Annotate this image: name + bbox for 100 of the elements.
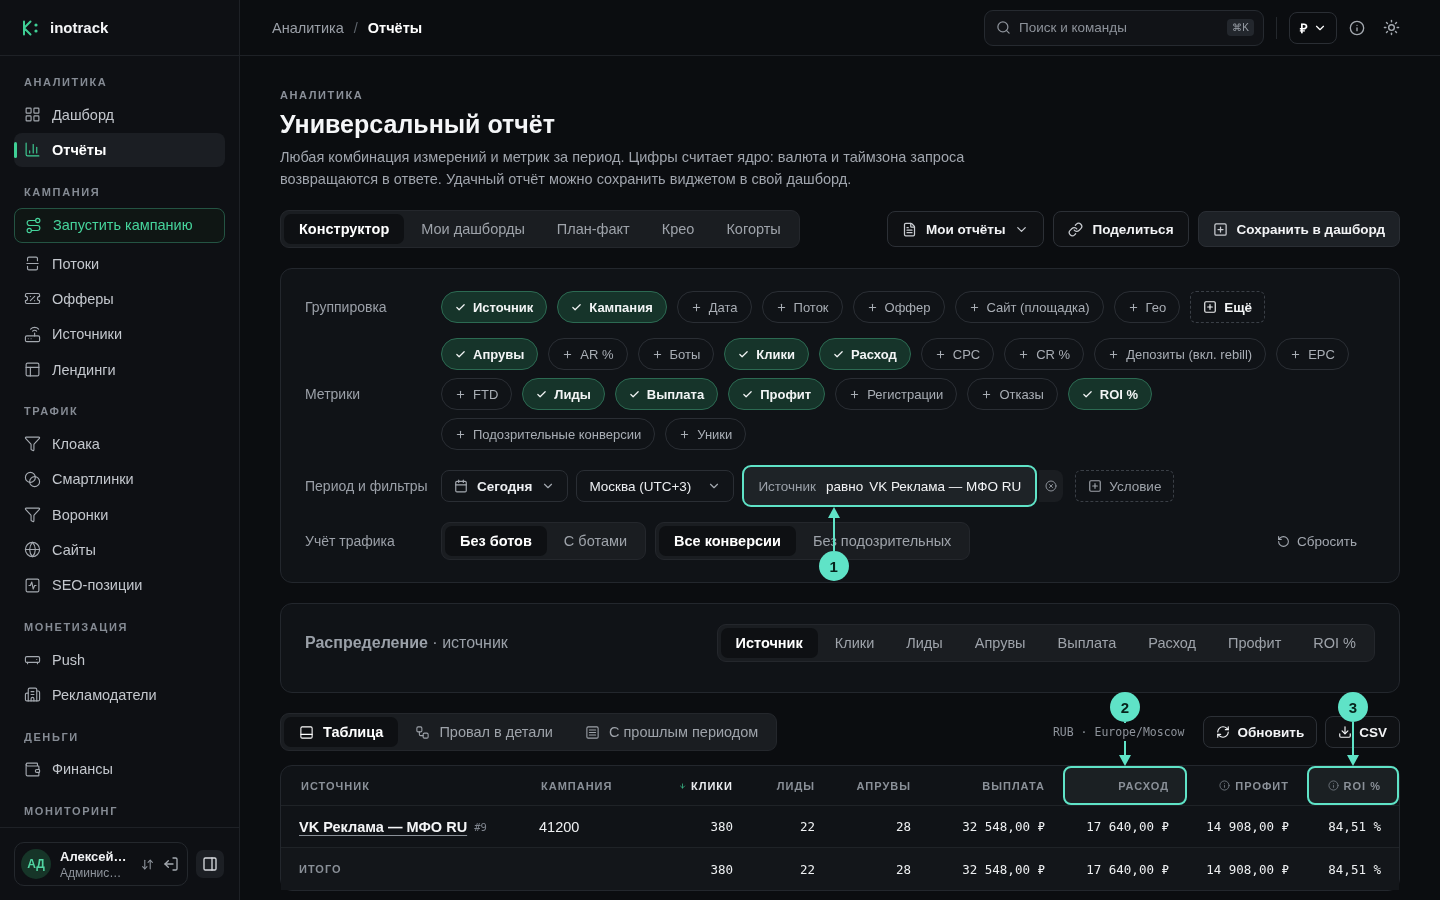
section-heading: АНАЛИТИКА [23, 75, 109, 89]
metric-chip[interactable]: Источник [441, 291, 548, 323]
view-tab[interactable]: С прошлым периодом [569, 717, 774, 747]
column-header[interactable]: ВЫПЛАТА [929, 766, 1063, 805]
sidebar-item[interactable]: Потоки [14, 247, 225, 281]
metric-chip[interactable]: Клики [724, 338, 810, 370]
action-button[interactable]: Мои отчёты [886, 211, 1045, 247]
funnel-icon [24, 506, 41, 524]
metric-chip[interactable]: Выплата [614, 378, 719, 410]
view-tab[interactable]: Мои дашборды [406, 214, 540, 244]
sidebar-item[interactable]: Сайты [14, 533, 225, 567]
logout-icon[interactable] [163, 856, 179, 872]
collapse-sidebar-button[interactable] [196, 850, 224, 878]
metric-chip[interactable]: Кампания [557, 291, 667, 323]
router-icon [24, 325, 41, 343]
plus-icon [562, 348, 574, 360]
metric-tab[interactable]: Профит [1213, 628, 1297, 658]
sidebar-item[interactable]: Лендинги [14, 352, 225, 387]
column-header[interactable]: АПРУВЫ [833, 766, 929, 805]
table-cell-text: 14 908,00 ₽ [1205, 818, 1290, 836]
view-tab[interactable]: Крео [646, 214, 710, 244]
metric-tab[interactable]: Клики [819, 628, 890, 658]
sidebar-item[interactable]: Дашборд [14, 98, 225, 132]
section-heading: МОНИТОРИНГ [23, 803, 119, 818]
metric-chip[interactable]: Лиды [522, 378, 605, 410]
sidebar-item[interactable]: Источники [14, 317, 225, 351]
list-square-icon [584, 724, 600, 740]
column-header[interactable]: КЛИКИ [671, 766, 751, 805]
sidebar-item[interactable]: Офферы [14, 282, 225, 316]
column-header[interactable]: ROI % [1307, 766, 1399, 805]
check-icon [536, 388, 548, 400]
metric-tab[interactable]: Лиды [891, 628, 958, 658]
column-header[interactable]: КАМПАНИЯ [521, 766, 671, 805]
plus-square-icon [1203, 300, 1218, 314]
add-condition-button[interactable]: Условие [1075, 470, 1175, 502]
breadcrumb-link[interactable]: Аналитика [272, 19, 344, 36]
plus-icon [455, 428, 466, 440]
sidebar-item[interactable]: Финансы [14, 752, 225, 786]
plus-icon [934, 348, 946, 360]
swap-icon[interactable] [141, 857, 154, 871]
check-icon [628, 388, 640, 400]
section-title: Распределение · источник [305, 634, 508, 652]
filter-condition-chip[interactable]: Источник равно VK Реклама — МФО RU [742, 465, 1038, 507]
segment-option[interactable]: Без ботов [445, 526, 547, 556]
plus-square-icon [1212, 221, 1228, 237]
brand-name: inotrack [50, 19, 109, 36]
metric-tab[interactable]: Расход [1133, 628, 1212, 658]
metric-chip[interactable]: Профит [728, 378, 826, 410]
view-tab[interactable]: План-факт [541, 214, 645, 244]
view-tab[interactable]: Конструктор [284, 214, 405, 244]
sidebar-item[interactable]: Отчёты [14, 133, 225, 167]
overlapping-circles-icon [24, 470, 41, 488]
view-tab[interactable]: Таблица [284, 717, 399, 747]
column-header[interactable]: ЛИДЫ [751, 766, 833, 805]
calendar-icon [454, 479, 468, 493]
export-button[interactable]: CSV [1325, 716, 1400, 748]
sidebar-item[interactable]: Рекламодатели [14, 678, 225, 712]
sidebar-item[interactable]: Push [14, 642, 225, 677]
plus-icon [775, 301, 787, 313]
remove-filter-button[interactable] [1039, 470, 1064, 502]
segment-option[interactable]: Все конверсии [659, 526, 796, 556]
section-heading: ДЕНЬГИ [23, 729, 80, 744]
sidebar-item[interactable]: SEO-позиции [14, 568, 225, 602]
reset-button[interactable]: Сбросить [1271, 532, 1363, 550]
column-header[interactable]: РАСХОД [1063, 766, 1187, 805]
column-header[interactable]: ПРОФИТ [1187, 766, 1307, 805]
launch-campaign-button[interactable]: Запустить кампанию [14, 207, 225, 243]
user-card[interactable]: АД Алексей… Админис… [14, 842, 188, 886]
source-link[interactable]: VK Реклама — МФО RU [299, 818, 468, 835]
breadcrumb-link[interactable]: Отчёты [367, 19, 423, 36]
column-header[interactable]: ИСТОЧНИК [281, 766, 521, 805]
metric-tab[interactable]: Выплата [1042, 628, 1132, 658]
user-name: Алексей… [60, 848, 128, 864]
action-button[interactable]: Поделиться [1053, 211, 1189, 247]
more-button[interactable]: Ещё [1190, 291, 1266, 323]
timezone-dropdown[interactable]: Москва (UTC+3) [576, 470, 735, 502]
metric-chip[interactable]: ROI % [1067, 378, 1153, 410]
table-cell-text: 22 [798, 818, 816, 836]
theme-toggle-button[interactable] [1383, 19, 1400, 36]
period-dropdown[interactable]: Сегодня [441, 470, 569, 502]
view-tab[interactable]: Когорты [711, 214, 796, 244]
view-tab[interactable]: Провал в детали [400, 717, 568, 747]
refresh-button[interactable]: Обновить [1203, 716, 1318, 748]
metric-tab[interactable]: Апрувы [959, 628, 1041, 658]
chart-square-icon [24, 576, 41, 594]
currency-button[interactable]: ₽ [1289, 11, 1337, 44]
metric-tab[interactable]: Источник [720, 628, 818, 658]
action-button[interactable]: Сохранить в дашборд [1197, 211, 1400, 247]
sidebar-item[interactable]: Смартлинки [14, 462, 225, 496]
plus-icon [679, 428, 691, 440]
sidebar-item[interactable]: Воронки [14, 497, 225, 532]
metric-chip[interactable]: Апрувы [441, 338, 539, 370]
sidebar-item[interactable]: Клоака [14, 427, 225, 461]
plus-icon [1290, 348, 1302, 360]
row-label: Группировка [305, 299, 387, 315]
info-button[interactable] [1349, 19, 1365, 36]
metric-chip[interactable]: Расход [819, 338, 911, 370]
segment-option[interactable]: С ботами [548, 526, 643, 556]
section-heading: ТРАФИК [23, 404, 80, 419]
metric-tab[interactable]: ROI % [1298, 628, 1371, 658]
